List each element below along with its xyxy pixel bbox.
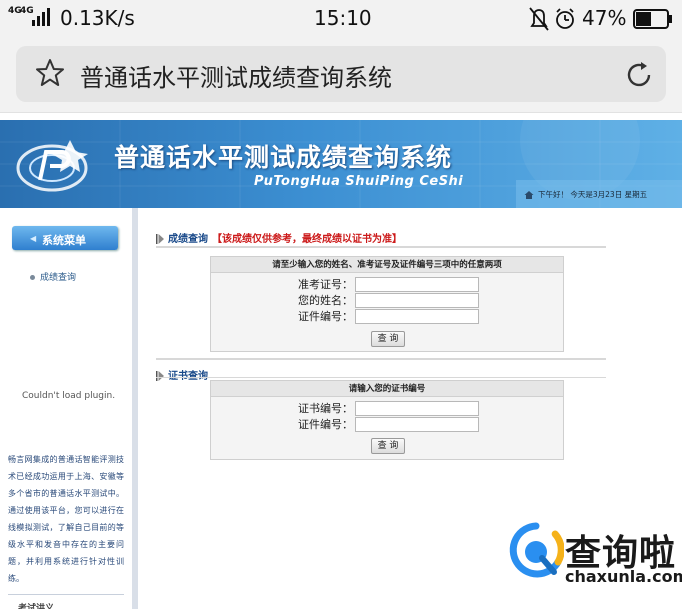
mute-icon	[529, 7, 549, 31]
signal-icon	[32, 8, 50, 26]
page-title[interactable]: 普通话水平测试成绩查询系统	[80, 58, 392, 93]
network-type: 4G 4G	[8, 6, 34, 16]
watermark-url: chaxunla.com	[565, 567, 682, 586]
plugin-error: Couldn't load plugin.	[22, 391, 116, 401]
site-logo-icon	[16, 140, 88, 192]
cert-number-input[interactable]	[355, 401, 479, 416]
score-query-button[interactable]: 查 询	[371, 331, 405, 347]
reload-icon[interactable]	[622, 58, 656, 92]
score-query-form: 请至少输入您的姓名、准考证号及证件编号三项中的任意两项 准考证号： 您的姓名： …	[210, 256, 564, 352]
clock: 15:10	[314, 6, 372, 30]
id-number-row: 证件编号：	[211, 309, 565, 325]
arrow-icon	[156, 371, 164, 381]
cert-id-row: 证件编号：	[211, 417, 565, 433]
name-row: 您的姓名：	[211, 293, 565, 309]
sidebar-footer[interactable]: 考试讲义...	[18, 601, 64, 609]
mute-alarm-icons	[529, 7, 574, 31]
network-speed: 0.13K/s	[60, 6, 135, 30]
sidebar-item-score-query[interactable]: 成绩查询	[30, 270, 76, 283]
cert-query-form: 请输入您的证书编号 证书编号： 证件编号： 查 询	[210, 380, 564, 460]
name-label: 您的姓名：	[298, 294, 353, 307]
score-form-header: 请至少输入您的姓名、准考证号及证件编号三项中的任意两项	[211, 257, 563, 273]
banner-subtitle: PuTongHua ShuiPing CeShi	[254, 174, 464, 189]
name-input[interactable]	[355, 293, 479, 308]
site-banner: 普通话水平测试成绩查询系统 PuTongHua ShuiPing CeShi 下…	[0, 120, 682, 208]
score-query-title: 成绩查询	[168, 234, 208, 245]
cert-number-row: 证书编号：	[211, 401, 565, 417]
status-bar: 4G 4G 0.13K/s 15:10 47%	[0, 0, 682, 38]
arrow-icon	[156, 234, 164, 244]
greeting-date: 下午好！ 今天是3月23日 星期五	[538, 190, 648, 199]
id-number-input[interactable]	[355, 309, 479, 324]
battery-percent: 47%	[582, 6, 627, 30]
id-number-label: 证件编号：	[298, 310, 353, 323]
admission-number-input[interactable]	[355, 277, 479, 292]
section-divider	[156, 358, 606, 360]
banner-title: 普通话水平测试成绩查询系统	[114, 143, 453, 172]
cert-number-label: 证书编号：	[298, 402, 353, 415]
bullet-icon	[30, 275, 35, 280]
cert-id-label: 证件编号：	[298, 418, 353, 431]
section-divider	[156, 377, 606, 378]
home-icon[interactable]	[524, 190, 534, 200]
menu-arrow-icon: ◀	[30, 234, 37, 243]
section-divider	[156, 246, 606, 248]
divider	[8, 594, 124, 595]
score-query-heading: 成绩查询 【该成绩仅供参考，最终成绩以证书为准】	[156, 230, 402, 245]
star-icon[interactable]	[34, 57, 66, 89]
cert-form-header: 请输入您的证书编号	[211, 381, 563, 397]
score-notice: 【该成绩仅供参考，最终成绩以证书为准】	[212, 234, 402, 245]
admission-number-row: 准考证号：	[211, 277, 565, 293]
watermark-logo-icon	[509, 522, 564, 578]
system-menu-label[interactable]: 系统菜单	[42, 232, 86, 248]
sidebar-description: 畅言网集成的普通话智能评测技术已经成功运用于上海、安徽等多个省市的普通话水平测试…	[8, 455, 124, 583]
cert-id-input[interactable]	[355, 417, 479, 432]
cert-query-button[interactable]: 查 询	[371, 438, 405, 454]
admission-number-label: 准考证号：	[298, 278, 353, 291]
sidebar: ◀ 系统菜单 成绩查询 Couldn't load plugin. 畅言网集成的…	[0, 208, 138, 609]
cert-query-heading: 证书查询	[156, 367, 208, 382]
battery-icon	[633, 9, 672, 29]
alarm-icon	[556, 8, 574, 29]
